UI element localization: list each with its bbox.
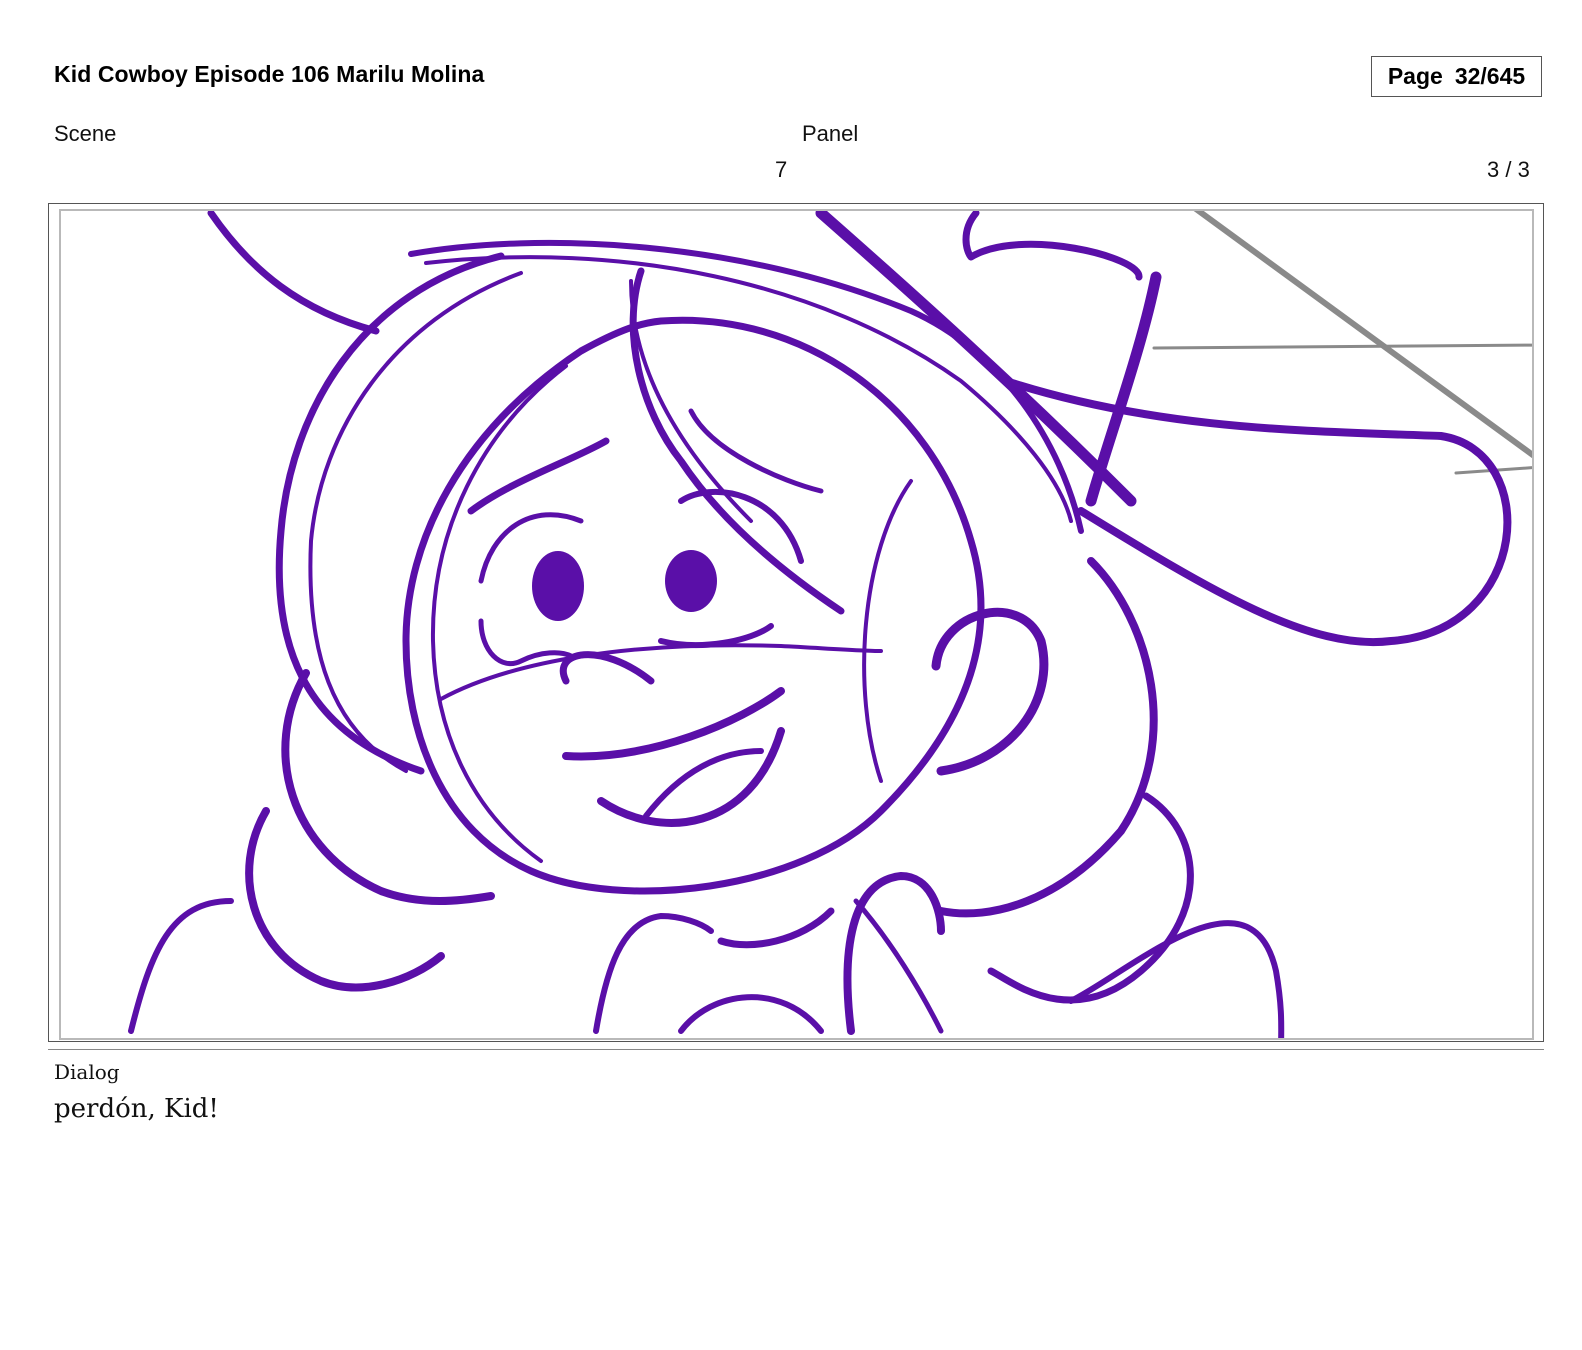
hat-crown-right — [962, 211, 1143, 281]
guide-line-horizontal — [1152, 343, 1532, 350]
scene-label: Scene — [54, 121, 117, 146]
panel-number: 3 / 3 — [1487, 157, 1530, 182]
eyelid-right — [678, 488, 804, 564]
page-label: Page — [1387, 63, 1443, 89]
page-number: 32/645 — [1454, 63, 1526, 89]
eyes — [532, 550, 717, 621]
mouth-inner — [643, 748, 764, 819]
ear-outline — [931, 608, 1049, 776]
hat-brim-top-left — [207, 211, 380, 335]
storyboard-panel — [59, 209, 1534, 1040]
sketch-drawing — [128, 211, 1532, 1038]
hair-curl-left — [281, 669, 495, 905]
eye-left — [532, 551, 584, 621]
dialog-separator — [48, 1049, 1544, 1050]
scene-number: 7 — [775, 157, 788, 182]
cheek-left — [478, 618, 574, 666]
nose — [559, 651, 655, 685]
mouth-top — [562, 687, 785, 761]
dialog-label: Dialog — [54, 1060, 120, 1084]
neckerchief — [853, 898, 944, 1034]
brow-left — [467, 437, 610, 515]
eye-right — [665, 550, 717, 612]
panel-label: Panel — [802, 121, 859, 146]
shoulder-right — [1068, 920, 1285, 1038]
head-outline-left-2 — [308, 271, 523, 773]
shoulder-left — [128, 898, 234, 1034]
ink-strokes — [128, 211, 1512, 1038]
collar-left — [717, 907, 835, 949]
shirt-loop — [678, 994, 824, 1034]
mouth-bottom — [597, 727, 785, 827]
hat-band-stroke — [1085, 271, 1162, 507]
document-title: Kid Cowboy Episode 106 Marilu Molina — [54, 61, 485, 87]
nose-line — [439, 643, 883, 701]
cheek-right — [658, 623, 774, 649]
ear-inner — [862, 479, 913, 783]
head-outline-left — [275, 252, 505, 775]
hat-brim-right — [1002, 377, 1512, 647]
hair-curl-right — [987, 792, 1194, 1004]
page-indicator: Page 32/645 — [1371, 56, 1542, 97]
torso-left — [593, 913, 714, 1034]
dialog-text: perdón, Kid! — [54, 1094, 219, 1124]
